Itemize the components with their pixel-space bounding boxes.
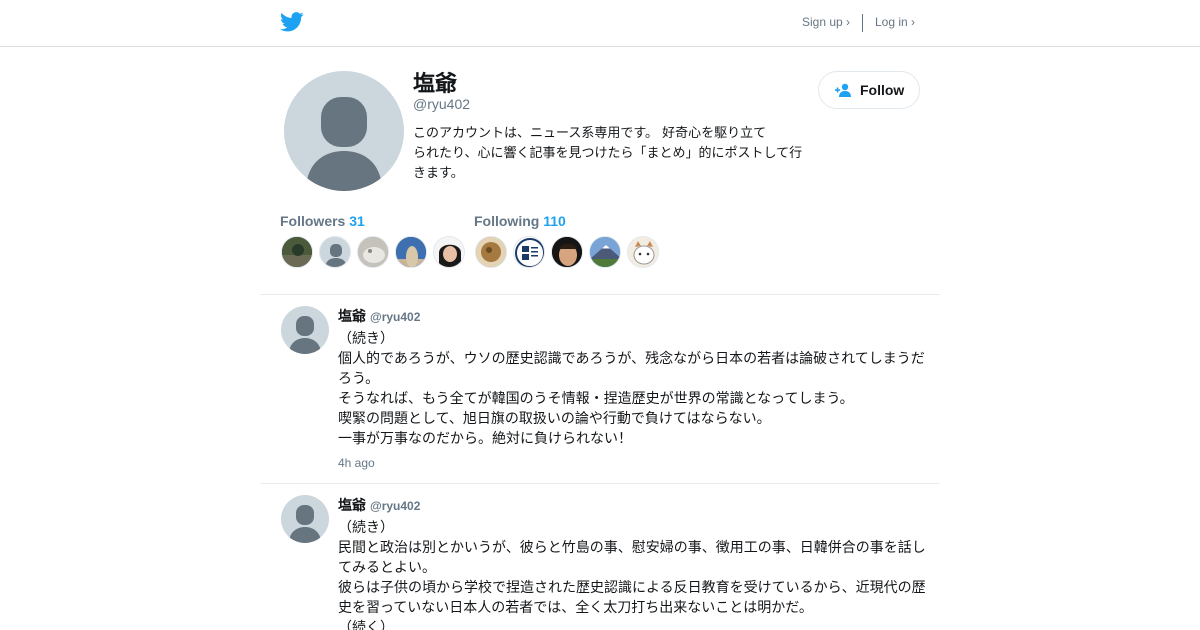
tweet-line: （続き）: [338, 331, 394, 347]
follower-photo-icon: [358, 237, 388, 267]
followers-count: 31: [349, 213, 365, 229]
following-avatar[interactable]: [475, 236, 507, 268]
follower-photo-icon: [282, 237, 312, 267]
tweet-divider: [260, 483, 940, 484]
bio-line: このアカウントは、ニュース系専用です。 好奇心を駆り立て: [413, 126, 767, 141]
tweet-line: 史を習っていない日本人の若者では、全く太刀打ち出来ないことは明かだ。: [338, 600, 813, 616]
follower-photo-icon: [434, 237, 464, 267]
followers-stat[interactable]: Followers 31: [280, 213, 365, 229]
tweet-text: （続き） 個人的であろうが、ウソの歴史認識であろうが、残念ながら日本の若者は論破…: [338, 329, 938, 449]
bio-line: られたり、心に響く記事を見つけたら「まとめ」的にポストして行: [413, 146, 803, 161]
follower-avatar[interactable]: [395, 236, 427, 268]
tweet-line: 一事が万事なのだから。絶対に負けられない！: [338, 431, 632, 447]
signup-link[interactable]: Sign up ›: [802, 15, 850, 29]
following-avatar[interactable]: [513, 236, 545, 268]
tweet-line: 民間と政治は別とかいうが、彼らと竹島の事、慰安婦の事、徴用工の事、日韓併合の事を…: [338, 540, 926, 556]
profile-handle: @ryu402: [413, 96, 471, 112]
tweet-author-handle: @ryu402: [370, 499, 421, 513]
follower-avatar[interactable]: [357, 236, 389, 268]
tweet-line: てみるとよい。: [338, 560, 436, 576]
following-photo-icon: [476, 237, 506, 267]
login-link[interactable]: Log in ›: [875, 15, 915, 29]
tweet-line: （続く）: [338, 620, 394, 630]
top-bar: Sign up › Log in ›: [0, 0, 1200, 47]
followers-label: Followers: [280, 213, 346, 229]
default-avatar-icon: [289, 505, 321, 543]
following-count: 110: [543, 213, 566, 229]
add-user-icon: [835, 83, 851, 97]
section-divider: [260, 294, 940, 295]
tweet-timestamp[interactable]: 4h ago: [338, 456, 375, 470]
tweet-author[interactable]: 塩爺 @ryu402: [338, 495, 420, 515]
following-label: Following: [474, 213, 540, 229]
follower-avatar[interactable]: [433, 236, 465, 268]
following-photo-icon: [628, 237, 658, 267]
following-stat[interactable]: Following 110: [474, 213, 566, 229]
tweet-line: ろう。: [338, 371, 380, 387]
nav-divider: [862, 14, 863, 32]
follower-avatar[interactable]: [319, 236, 351, 268]
following-avatar[interactable]: [627, 236, 659, 268]
profile-name: 塩爺: [413, 72, 458, 97]
follower-avatar[interactable]: [281, 236, 313, 268]
following-avatar[interactable]: [551, 236, 583, 268]
following-photo-icon: [552, 237, 582, 267]
twitter-logo-icon[interactable]: [280, 11, 304, 33]
follow-label: Follow: [860, 82, 905, 98]
tweet-avatar[interactable]: [281, 495, 329, 543]
bio-line: きます。: [413, 166, 464, 181]
tweet-line: 喫緊の問題として、旭日旗の取扱いの論や行動で負けてはならない。: [338, 411, 771, 427]
following-photo-icon: [590, 237, 620, 267]
tweet-avatar[interactable]: [281, 306, 329, 354]
tweet-text: （続き） 民間と政治は別とかいうが、彼らと竹島の事、慰安婦の事、徴用工の事、日韓…: [338, 518, 938, 630]
tweet-line: 彼らは子供の頃から学校で捏造された歴史認識による反日教育を受けているから、近現代…: [338, 580, 926, 596]
default-avatar-icon: [306, 97, 382, 191]
tweet-line: そうなれば、もう全てが韓国のうそ情報・捏造歴史が世界の常識となってしまう。: [338, 391, 854, 407]
default-avatar-icon: [325, 244, 347, 267]
tweet-author-name: 塩爺: [338, 309, 366, 325]
news-logo-icon: [515, 238, 544, 267]
profile-bio: このアカウントは、ニュース系専用です。 好奇心を駆り立て られたり、心に響く記事…: [413, 124, 841, 184]
following-avatar[interactable]: [589, 236, 621, 268]
profile-avatar[interactable]: [284, 71, 404, 191]
tweet-line: 個人的であろうが、ウソの歴史認識であろうが、残念ながら日本の若者は論破されてしま…: [338, 351, 925, 367]
tweet-author-name: 塩爺: [338, 498, 366, 514]
follow-button[interactable]: Follow: [818, 71, 920, 109]
follower-photo-icon: [396, 237, 426, 267]
tweet-line: （続き）: [338, 520, 394, 536]
tweet-author[interactable]: 塩爺 @ryu402: [338, 306, 420, 326]
tweet-author-handle: @ryu402: [370, 310, 421, 324]
default-avatar-icon: [289, 316, 321, 354]
